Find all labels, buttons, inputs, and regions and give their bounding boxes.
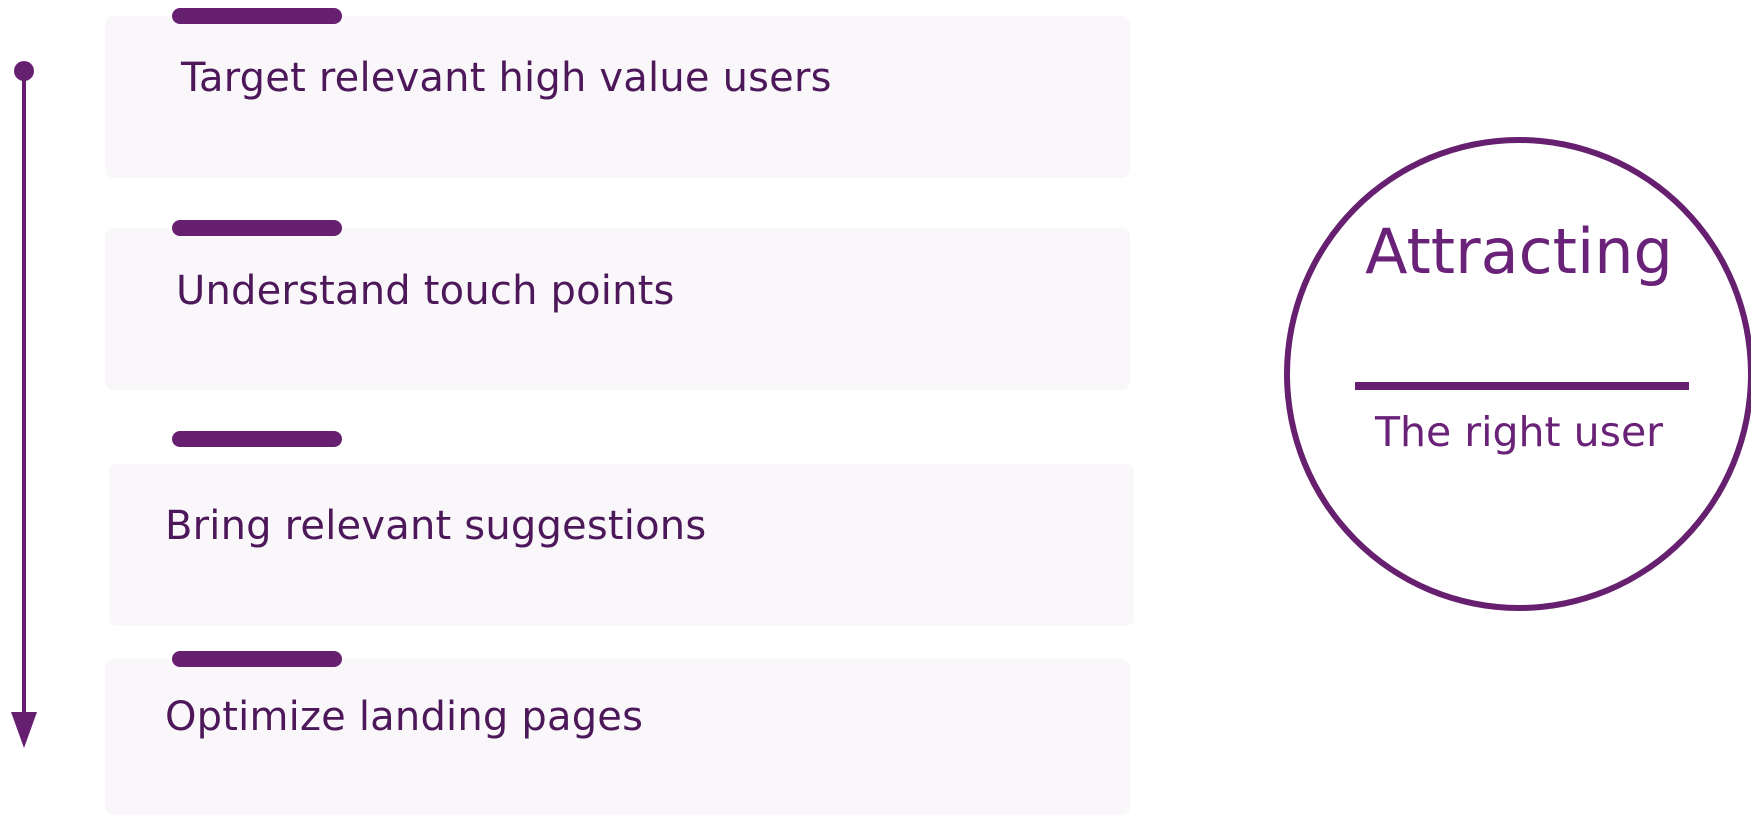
step-tab-4 [172, 651, 342, 667]
step-label-2: Understand touch points [176, 268, 675, 314]
stage-circle [1284, 137, 1751, 611]
timeline-arrowhead-icon [11, 712, 37, 748]
stage-subtitle: The right user [1374, 408, 1664, 456]
stage-divider [1355, 382, 1689, 390]
step-label-4: Optimize landing pages [165, 694, 644, 740]
step-tab-2 [172, 220, 342, 236]
funnel-stage-diagram: Target relevant high value users Underst… [0, 0, 1751, 815]
timeline-arrow [11, 61, 37, 748]
step-tab-3 [172, 431, 342, 447]
step-tab-1 [172, 8, 342, 24]
stage-title: Attracting [1365, 215, 1673, 288]
step-label-1: Target relevant high value users [181, 55, 832, 101]
step-label-3: Bring relevant suggestions [165, 503, 707, 549]
